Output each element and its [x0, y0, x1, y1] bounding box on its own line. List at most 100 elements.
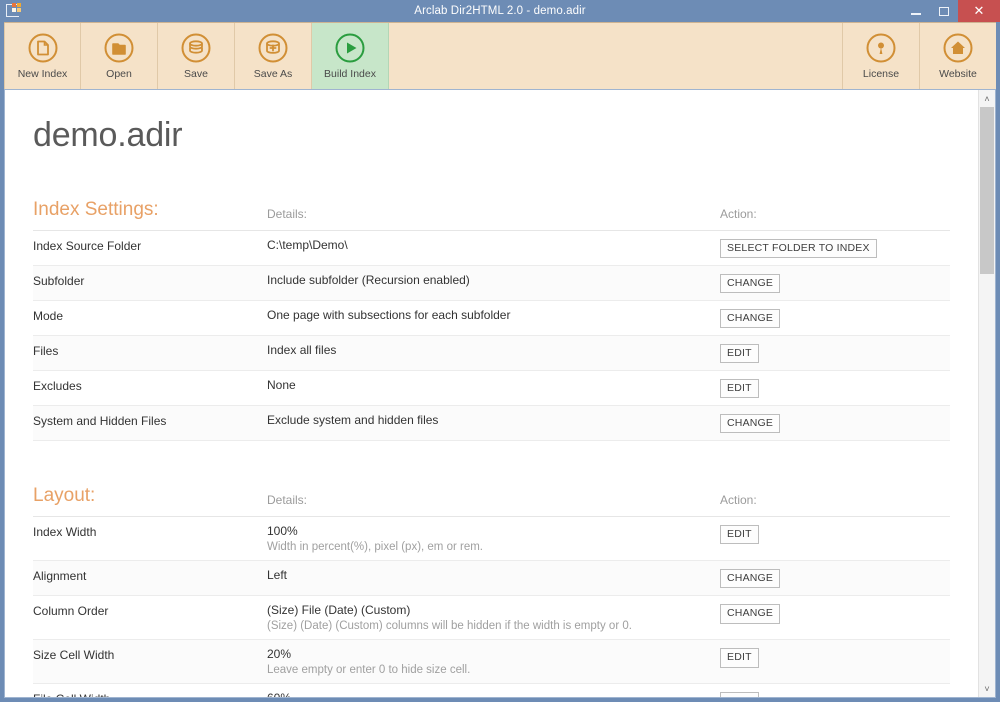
edit-file-cell-width-button[interactable]: EDIT: [720, 692, 759, 697]
section-layout: Layout: Details: Action: Index Width 100…: [33, 485, 950, 697]
main-toolbar: New Index Open Save: [4, 22, 996, 89]
scroll-up-button[interactable]: ˄: [979, 90, 995, 107]
select-folder-to-index-button[interactable]: SELECT FOLDER TO INDEX: [720, 239, 877, 258]
row-label: Index Source Folder: [33, 238, 267, 253]
change-column-order-button[interactable]: CHANGE: [720, 604, 780, 623]
row-label: System and Hidden Files: [33, 413, 267, 428]
row-action: CHANGE: [720, 603, 950, 623]
change-mode-button[interactable]: CHANGE: [720, 309, 780, 328]
row-value: 60% The file cell width is mandatory and…: [267, 691, 720, 697]
row-action: EDIT: [720, 691, 950, 697]
row-value-text: One page with subsections for each subfo…: [267, 308, 510, 322]
row-value-text: Index all files: [267, 343, 336, 357]
new-document-icon: [27, 32, 59, 64]
edit-size-cell-width-button[interactable]: EDIT: [720, 648, 759, 667]
row-label: Files: [33, 343, 267, 358]
column-header-action: Action:: [720, 207, 950, 221]
edit-excludes-button[interactable]: EDIT: [720, 379, 759, 398]
row-action: EDIT: [720, 524, 950, 544]
toolbar-label: Save: [184, 68, 208, 80]
change-alignment-button[interactable]: CHANGE: [720, 569, 780, 588]
row-value: Left: [267, 568, 720, 582]
row-value: C:\temp\Demo\: [267, 238, 720, 252]
column-header-details: Details:: [267, 493, 720, 507]
row-value: 100% Width in percent(%), pixel (px), em…: [267, 524, 720, 553]
change-subfolder-button[interactable]: CHANGE: [720, 274, 780, 293]
minimize-icon: [911, 13, 921, 15]
section-title: Index Settings:: [33, 199, 267, 221]
section-index-settings: Index Settings: Details: Action: Index S…: [33, 199, 950, 441]
column-header-action: Action:: [720, 493, 950, 507]
toolbar-button-open[interactable]: Open: [81, 23, 158, 89]
edit-index-width-button[interactable]: EDIT: [720, 525, 759, 544]
window-controls: ✕: [902, 0, 1000, 22]
row-label: File Cell Width: [33, 691, 267, 697]
row-label: Subfolder: [33, 273, 267, 288]
table-row: Mode One page with subsections for each …: [33, 301, 950, 336]
row-value-text: 100%: [267, 524, 298, 538]
close-button[interactable]: ✕: [958, 0, 1000, 22]
table-row: Subfolder Include subfolder (Recursion e…: [33, 266, 950, 301]
row-action: SELECT FOLDER TO INDEX: [720, 238, 950, 258]
save-disk-icon: [180, 32, 212, 64]
row-value: 20% Leave empty or enter 0 to hide size …: [267, 647, 720, 676]
toolbar-label: Website: [939, 68, 977, 80]
toolbar-button-license[interactable]: License: [842, 23, 919, 89]
row-label: Mode: [33, 308, 267, 323]
toolbar-label: New Index: [18, 68, 68, 80]
table-row: Index Width 100% Width in percent(%), pi…: [33, 517, 950, 561]
change-system-hidden-files-button[interactable]: CHANGE: [720, 414, 780, 433]
row-action: EDIT: [720, 378, 950, 398]
toolbar-label: License: [863, 68, 899, 80]
open-folder-icon: [103, 32, 135, 64]
toolbar-label: Save As: [254, 68, 293, 80]
section-header: Index Settings: Details: Action:: [33, 199, 950, 231]
scroll-down-button[interactable]: ˅: [979, 680, 995, 697]
row-label: Excludes: [33, 378, 267, 393]
row-value-text: 60%: [267, 691, 291, 697]
key-license-icon: [865, 32, 897, 64]
scrollbar-thumb[interactable]: [980, 107, 994, 274]
row-value: Index all files: [267, 343, 720, 357]
row-value: Include subfolder (Recursion enabled): [267, 273, 720, 287]
vertical-scrollbar[interactable]: ˄ ˅: [978, 90, 995, 697]
play-build-icon: [334, 32, 366, 64]
title-bar: Arclab Dir2HTML 2.0 - demo.adir ✕: [0, 0, 1000, 22]
minimize-button[interactable]: [902, 0, 930, 22]
toolbar-label: Build Index: [324, 68, 376, 80]
row-value-hint: (Size) (Date) (Custom) columns will be h…: [267, 620, 710, 632]
table-row: Size Cell Width 20% Leave empty or enter…: [33, 640, 950, 684]
toolbar-button-build-index[interactable]: Build Index: [312, 23, 389, 89]
edit-files-button[interactable]: EDIT: [720, 344, 759, 363]
settings-page: demo.adir Index Settings: Details: Actio…: [5, 90, 978, 697]
row-action: CHANGE: [720, 413, 950, 433]
table-row: Alignment Left CHANGE: [33, 561, 950, 596]
row-label: Column Order: [33, 603, 267, 618]
row-value-hint: Width in percent(%), pixel (px), em or r…: [267, 541, 710, 553]
toolbar-button-new-index[interactable]: New Index: [4, 23, 81, 89]
maximize-button[interactable]: [930, 0, 958, 22]
row-action: CHANGE: [720, 273, 950, 293]
toolbar-button-website[interactable]: Website: [919, 23, 996, 89]
row-value-text: Left: [267, 568, 287, 582]
table-row: Index Source Folder C:\temp\Demo\ SELECT…: [33, 231, 950, 266]
row-label: Index Width: [33, 524, 267, 539]
row-value: Exclude system and hidden files: [267, 413, 720, 427]
scrollbar-track[interactable]: [979, 107, 995, 680]
row-value-text: C:\temp\Demo\: [267, 238, 348, 252]
table-row: Files Index all files EDIT: [33, 336, 950, 371]
row-label: Alignment: [33, 568, 267, 583]
toolbar-button-save-as[interactable]: Save As: [235, 23, 312, 89]
toolbar-label: Open: [106, 68, 132, 80]
table-row: Excludes None EDIT: [33, 371, 950, 406]
row-value: (Size) File (Date) (Custom) (Size) (Date…: [267, 603, 720, 632]
table-row: File Cell Width 60% The file cell width …: [33, 684, 950, 697]
section-title: Layout:: [33, 485, 267, 507]
row-value-text: Exclude system and hidden files: [267, 413, 438, 427]
row-value-hint: Leave empty or enter 0 to hide size cell…: [267, 664, 710, 676]
table-row: Column Order (Size) File (Date) (Custom)…: [33, 596, 950, 640]
toolbar-spacer: [389, 23, 842, 89]
page-title: demo.adir: [33, 116, 950, 155]
save-as-disk-icon: [257, 32, 289, 64]
toolbar-button-save[interactable]: Save: [158, 23, 235, 89]
